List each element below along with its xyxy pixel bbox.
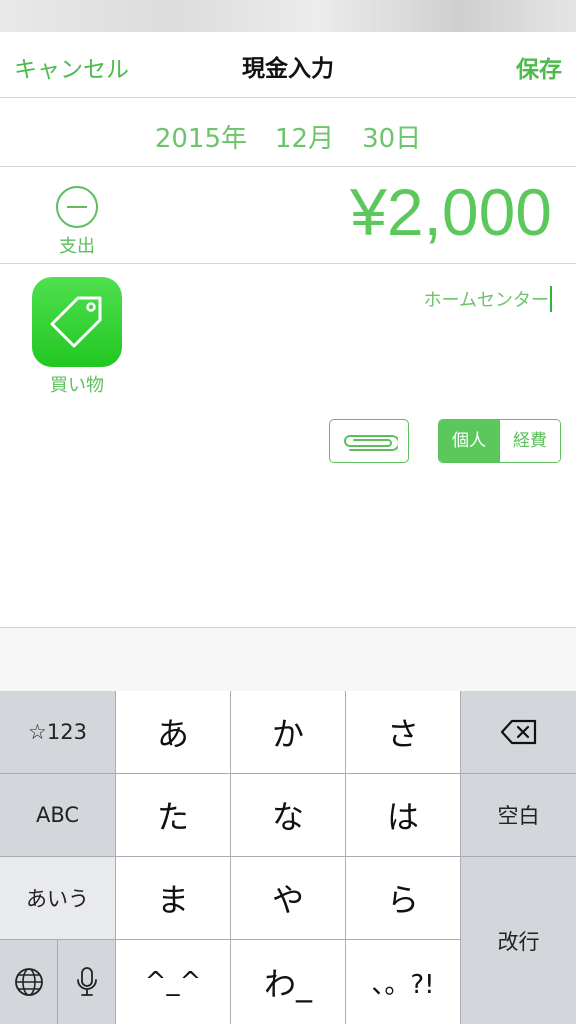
key-space[interactable]: 空白 bbox=[461, 774, 576, 857]
key-na[interactable]: な bbox=[231, 774, 346, 857]
backspace-icon bbox=[500, 719, 536, 745]
save-button[interactable]: 保存 bbox=[516, 50, 562, 84]
segment-business-expense[interactable]: 経費 bbox=[499, 420, 560, 462]
category-button[interactable]: 買い物 bbox=[32, 277, 122, 396]
navigation-bar: キャンセル 現金入力 保存 bbox=[0, 32, 576, 98]
category-label: 買い物 bbox=[50, 375, 104, 396]
date-month: 12月 bbox=[274, 124, 335, 154]
personal-business-segmented-control: 個人 経費 bbox=[438, 419, 561, 463]
key-return[interactable]: 改行 bbox=[461, 857, 576, 1024]
price-tag-icon bbox=[32, 277, 122, 367]
amount-value[interactable]: ¥2,000 bbox=[350, 174, 552, 250]
key-punctuation[interactable]: 、。?! bbox=[346, 940, 461, 1024]
key-backspace[interactable] bbox=[461, 691, 576, 774]
key-kana-mode[interactable]: あいう bbox=[0, 857, 116, 940]
date-picker-row[interactable]: 2015年 12月 30日 bbox=[0, 99, 576, 167]
amount-row: 支出 ¥2,000 bbox=[0, 168, 576, 264]
key-kaomoji-label: ^_^ bbox=[144, 967, 202, 997]
text-caret bbox=[550, 286, 552, 312]
key-globe[interactable] bbox=[0, 940, 58, 1024]
key-abc-mode[interactable]: ABC bbox=[0, 774, 116, 857]
key-ra[interactable]: ら bbox=[346, 857, 461, 940]
key-a[interactable]: あ bbox=[116, 691, 231, 774]
microphone-icon bbox=[76, 967, 97, 996]
paperclip-icon bbox=[344, 435, 398, 451]
key-ma[interactable]: ま bbox=[116, 857, 231, 940]
key-punctuation-label: 、。?! bbox=[371, 969, 435, 1000]
japanese-keyboard: ☆123 あ か さ ABC た な は 空白 あいう ま や ら 改行 ^_^… bbox=[0, 691, 576, 1024]
date-day: 30日 bbox=[362, 124, 422, 154]
key-dictation[interactable] bbox=[58, 940, 116, 1024]
attach-receipt-button[interactable] bbox=[329, 419, 409, 463]
minus-circle-icon bbox=[56, 186, 98, 228]
key-kaomoji[interactable]: ^_^ bbox=[116, 940, 231, 1024]
page-title: 現金入力 bbox=[242, 56, 334, 82]
segment-personal[interactable]: 個人 bbox=[439, 420, 499, 462]
key-ta[interactable]: た bbox=[116, 774, 231, 857]
status-bar bbox=[0, 0, 576, 32]
key-sa[interactable]: さ bbox=[346, 691, 461, 774]
memo-text: ホームセンター bbox=[423, 290, 549, 311]
key-symbols-mode[interactable]: ☆123 bbox=[0, 691, 116, 774]
keyboard-accessory-bar bbox=[0, 627, 576, 691]
key-wa[interactable]: わ_ bbox=[231, 940, 346, 1024]
key-ya[interactable]: や bbox=[231, 857, 346, 940]
expense-type-toggle[interactable]: 支出 bbox=[46, 186, 108, 258]
globe-icon bbox=[14, 968, 43, 996]
key-ha[interactable]: は bbox=[346, 774, 461, 857]
expense-type-label: 支出 bbox=[59, 236, 95, 257]
memo-input[interactable]: ホームセンター bbox=[252, 286, 552, 316]
key-ka[interactable]: か bbox=[231, 691, 346, 774]
date-year: 2015年 bbox=[154, 124, 247, 154]
